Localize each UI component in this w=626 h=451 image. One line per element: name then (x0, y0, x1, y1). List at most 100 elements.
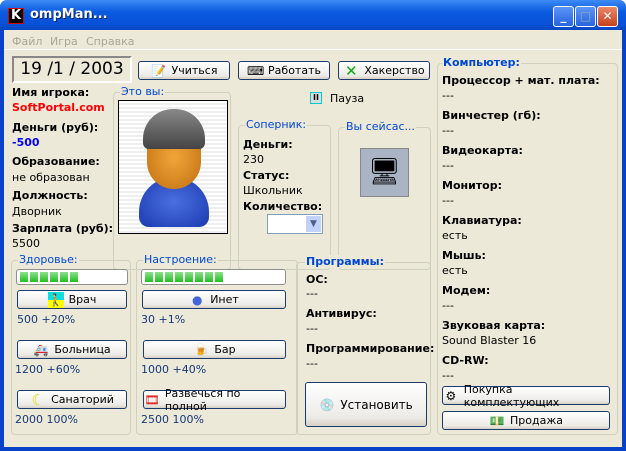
mood-bar (141, 269, 286, 285)
bar-button[interactable]: 🍺 Бар (143, 340, 286, 359)
window: K ompMan... _ □ ✕ Файл Игра Справка 19 /… (0, 0, 626, 451)
computer-item-value: --- (442, 159, 454, 172)
programming-value: --- (306, 357, 318, 370)
level-segment (195, 272, 203, 282)
os-value: --- (306, 287, 318, 300)
menu-bar: Файл Игра Справка (4, 30, 622, 50)
notepad-icon: 📝 (151, 63, 166, 78)
health-title: Здоровье: (18, 253, 79, 266)
mood-title: Настроение: (143, 253, 218, 266)
rival-title: Соперник: (245, 118, 308, 131)
install-button[interactable]: 💿 Установить (305, 382, 427, 427)
antivirus-value: --- (306, 322, 318, 335)
menu-help[interactable]: Справка (86, 35, 134, 48)
beer-icon: 🍺 (193, 342, 209, 357)
level-segment (205, 272, 213, 282)
party-button[interactable]: 🎞 Развечься по полной (143, 387, 286, 413)
antivirus-label: Антивирус: (306, 307, 377, 320)
window-title: ompMan... (30, 7, 108, 22)
education-value: не образован (12, 171, 90, 184)
hacking-button[interactable]: ✕ Хакерство (338, 61, 430, 80)
computer-item-label: Мышь: (442, 249, 486, 262)
health-group: Здоровье: 🚶 Врач 500 +20% 🚑 Больница 1200 … (11, 253, 131, 435)
green-x-icon: ✕ (345, 61, 358, 80)
chevron-down-icon[interactable]: ▼ (306, 216, 321, 232)
job-label: Должность: (12, 189, 88, 202)
buy-components-button[interactable]: ⚙ Покупка комплектующих (442, 383, 610, 409)
computer-item-label: Процессор + мат. плата: (442, 74, 600, 87)
computer-item-label: Монитор: (442, 179, 503, 192)
programs-title: Программы: (305, 255, 386, 268)
sell-label: Продажа (510, 414, 563, 427)
bar-label: Бар (214, 343, 236, 356)
rival-money: 230 (243, 153, 264, 166)
you-group: Это вы: (113, 85, 231, 270)
level-segment (20, 272, 28, 282)
hospital-button[interactable]: 🚑 Больница (17, 340, 127, 359)
level-segment (155, 272, 163, 282)
computers-icon: 🖥 (360, 148, 409, 197)
computer-item-label: Звуковая карта: (442, 319, 546, 332)
maximize-button[interactable]: □ (575, 6, 596, 27)
doctor-button[interactable]: 🚶 Врач (17, 290, 127, 309)
computer-item-value: Sound Blaster 16 (442, 334, 537, 347)
computer-item-label: Видеокарта: (442, 144, 523, 157)
app-icon: K (8, 8, 24, 24)
salary-label: Зарплата (руб): (12, 222, 113, 235)
rival-money-label: Деньги: (243, 138, 293, 151)
buy-label: Покупка комплектующих (463, 382, 560, 409)
install-label: Установить (340, 397, 413, 412)
sanatorium-info: 2000 100% (15, 413, 78, 426)
rival-qty-label: Количество: (243, 200, 323, 213)
os-label: ОС: (306, 273, 328, 286)
menu-file[interactable]: Файл (12, 35, 42, 48)
money-icon: 💵 (489, 413, 505, 428)
walking-man-icon: 🚶 (47, 291, 64, 308)
computer-item-value: --- (442, 194, 454, 207)
ambulance-icon: 🚑 (33, 342, 49, 357)
cd-icon: 💿 (319, 397, 335, 412)
quantity-dropdown[interactable]: ▼ (267, 214, 323, 234)
level-segment (60, 272, 68, 282)
menu-game[interactable]: Игра (50, 35, 78, 48)
study-button[interactable]: 📝 Учиться (138, 61, 230, 80)
work-label: Работать (268, 64, 321, 77)
sanatorium-label: Санаторий (51, 393, 114, 406)
health-bar (16, 269, 128, 285)
player-name: SoftPortal.com (12, 101, 105, 114)
level-segment (40, 272, 48, 282)
computer-item-label: Клавиатура: (442, 214, 522, 227)
internet-button[interactable]: ● Инет (142, 290, 286, 309)
rival-status: Школьник (243, 184, 303, 197)
computer-item-value: --- (442, 369, 454, 382)
close-button[interactable]: ✕ (597, 6, 618, 27)
computer-item-value: --- (442, 124, 454, 137)
keyboard-icon: ⌨ (247, 63, 265, 78)
party-info: 2500 100% (141, 413, 204, 426)
rival-group: Соперник: Деньги: 230 Статус: Школьник К… (238, 118, 331, 270)
computer-item-value: --- (442, 89, 454, 102)
doctor-label: Врач (68, 293, 97, 306)
film-icon: 🎞 (144, 392, 160, 407)
education-label: Образование: (12, 155, 100, 168)
pause-icon[interactable]: II (310, 92, 322, 104)
work-button[interactable]: ⌨ Работать (238, 61, 330, 80)
programming-label: Программирование: (306, 342, 435, 355)
minimize-button[interactable]: _ (553, 6, 574, 27)
sanatorium-button[interactable]: ☾ Санаторий (17, 390, 127, 409)
gear-icon: ⚙ (445, 388, 457, 403)
computer-title: Компьютер: (442, 56, 521, 69)
level-segment (165, 272, 173, 282)
pause-label[interactable]: Пауза (330, 92, 364, 105)
you-label: Это вы: (120, 85, 166, 98)
level-segment (175, 272, 183, 282)
internet-label: Инет (210, 293, 239, 306)
title-bar[interactable]: K ompMan... _ □ ✕ (0, 0, 626, 30)
computer-item-label: Модем: (442, 284, 491, 297)
sell-button[interactable]: 💵 Продажа (442, 411, 610, 430)
doctor-info: 500 +20% (17, 313, 76, 326)
computer-item-value: --- (442, 299, 454, 312)
money-value: -500 (12, 136, 40, 149)
hospital-label: Больница (54, 343, 111, 356)
hospital-info: 1200 +60% (15, 363, 81, 376)
